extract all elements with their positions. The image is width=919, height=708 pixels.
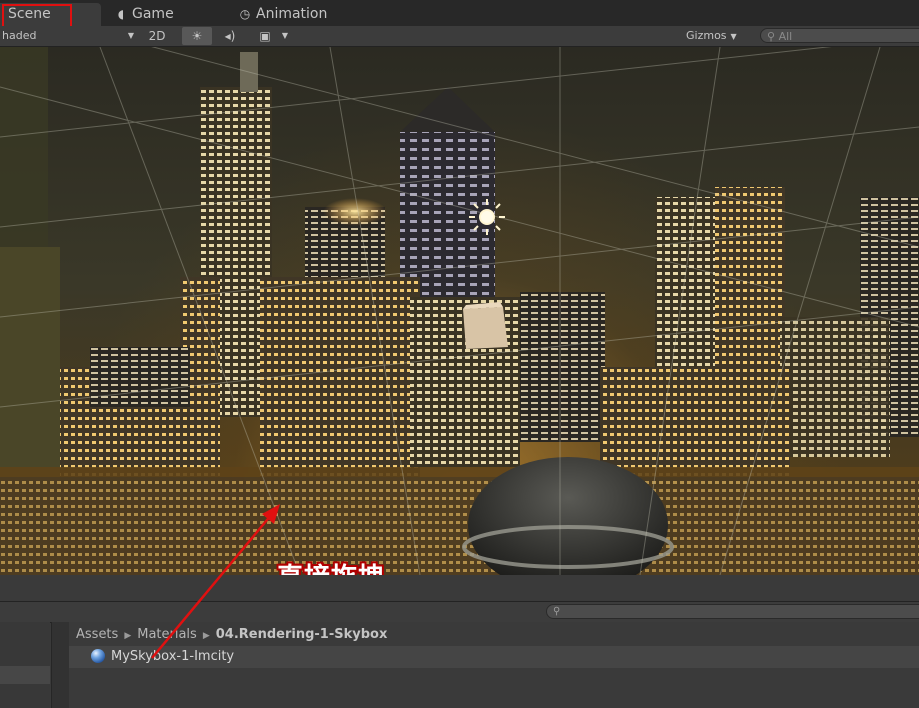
scene-toolbar: haded ▼ 2D ☀ ◂) ▣ ▼ Gizmos ▼ ⚲ All bbox=[0, 26, 919, 47]
speaker-icon: ◂) bbox=[224, 29, 236, 43]
effects-dropdown-button[interactable]: ▼ bbox=[279, 27, 291, 45]
panel-divider bbox=[0, 575, 919, 601]
breadcrumb-assets[interactable]: Assets bbox=[76, 627, 118, 642]
folder-tree-selected-row[interactable] bbox=[0, 666, 50, 684]
project-toolbar: ⚲ bbox=[0, 601, 919, 623]
magnifier-icon: ⚲ bbox=[767, 30, 776, 43]
audio-toggle-button[interactable]: ◂) bbox=[216, 27, 244, 45]
project-folder-tree[interactable] bbox=[0, 622, 50, 708]
tab-animation[interactable]: ◷ Animation bbox=[238, 3, 378, 26]
breadcrumb: Assets ▶ Materials ▶ 04.Rendering-1-Skybox bbox=[76, 626, 387, 644]
shading-mode-label: haded bbox=[2, 29, 37, 42]
drag-annotation-label: 直接拖拽 bbox=[277, 557, 385, 575]
sphere-material-icon bbox=[91, 649, 105, 663]
magnifier-icon: ⚲ bbox=[553, 606, 561, 617]
scene-viewport[interactable]: 直接拖拽 bbox=[0, 47, 919, 575]
breadcrumb-separator-icon: ▶ bbox=[202, 631, 210, 641]
tab-animation-label: Animation bbox=[256, 6, 328, 22]
skybox-city-render bbox=[0, 47, 919, 575]
editor-tab-bar: Scene ◖ Game ◷ Animation bbox=[0, 0, 919, 28]
image-icon: ▣ bbox=[259, 29, 271, 43]
breadcrumb-materials[interactable]: Materials bbox=[137, 627, 197, 642]
asset-name: MySkybox-1-Imcity bbox=[111, 649, 235, 664]
breadcrumb-current-folder[interactable]: 04.Rendering-1-Skybox bbox=[216, 627, 388, 642]
tab-game[interactable]: ◖ Game bbox=[114, 3, 224, 26]
lighting-toggle-button[interactable]: ☀ bbox=[182, 27, 212, 45]
project-assets-panel: Assets ▶ Materials ▶ 04.Rendering-1-Skybox M… bbox=[69, 622, 919, 708]
gizmos-label: Gizmos bbox=[686, 29, 727, 42]
folder-tree-scrollbar[interactable] bbox=[51, 622, 70, 708]
tab-scene[interactable]: Scene bbox=[0, 3, 101, 28]
asset-list-item[interactable]: MySkybox-1-Imcity bbox=[69, 646, 919, 668]
sun-icon: ☀ bbox=[191, 29, 203, 43]
clock-icon: ◷ bbox=[239, 7, 251, 21]
2d-toggle-button[interactable]: 2D bbox=[142, 27, 172, 45]
dropdown-arrow-icon: ▼ bbox=[127, 31, 134, 40]
gizmos-dropdown[interactable]: Gizmos ▼ bbox=[686, 26, 750, 47]
project-search-input[interactable]: ⚲ bbox=[546, 604, 919, 619]
tab-game-label: Game bbox=[132, 6, 174, 22]
scene-search-placeholder: All bbox=[778, 30, 793, 43]
scene-search-input[interactable]: ⚲ All bbox=[760, 28, 919, 43]
pacman-icon: ◖ bbox=[117, 7, 125, 21]
dropdown-arrow-icon: ▼ bbox=[730, 32, 737, 41]
scene-tab-highlight-box bbox=[2, 4, 72, 28]
directional-light-gizmo bbox=[469, 199, 505, 235]
cube-object bbox=[463, 302, 508, 349]
shading-mode-dropdown[interactable]: haded ▼ bbox=[2, 26, 134, 46]
breadcrumb-separator-icon: ▶ bbox=[124, 631, 132, 641]
effects-toggle-button[interactable]: ▣ bbox=[252, 27, 278, 45]
